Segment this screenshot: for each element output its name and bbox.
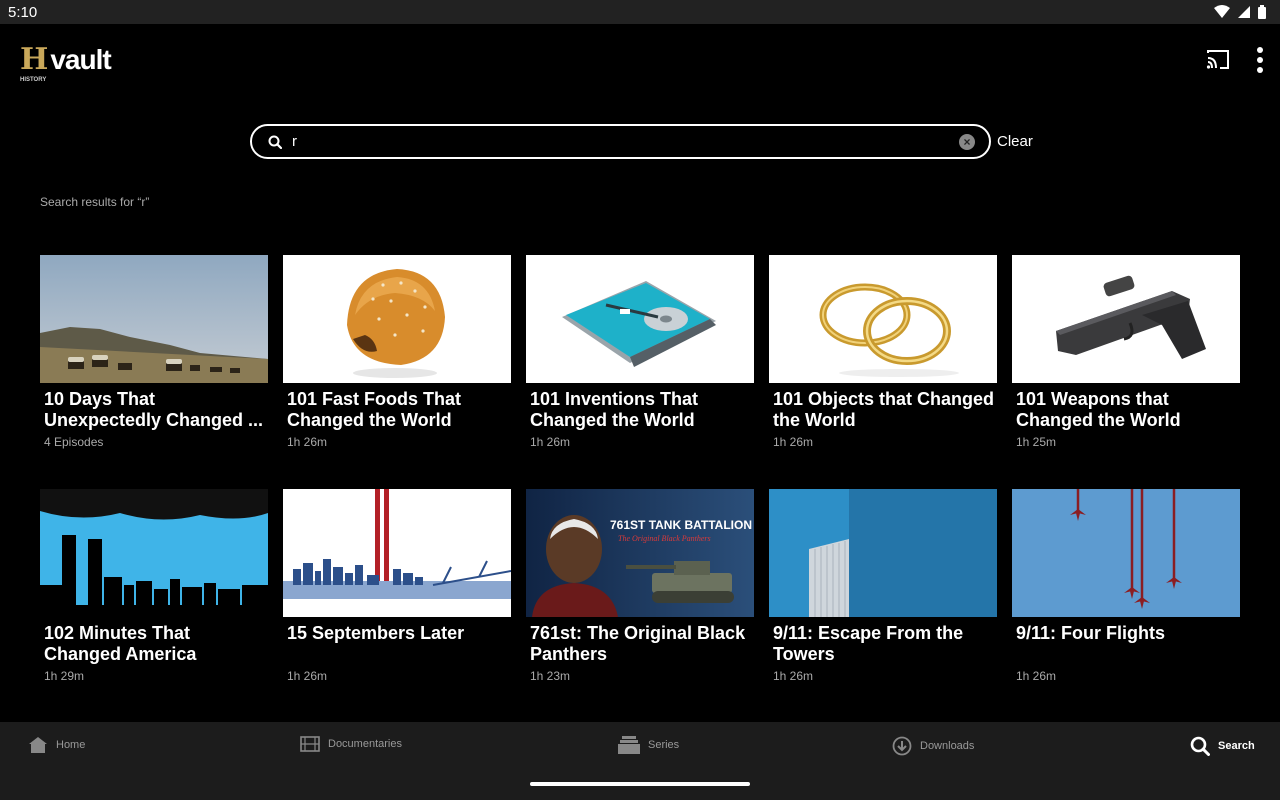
card-meta: 1h 26m [773, 669, 814, 683]
logo-subtext: HISTORY [20, 77, 47, 83]
result-card[interactable]: 9/11: Four Flights 1h 26m [1012, 489, 1240, 723]
search-row: × Clear [250, 124, 1033, 159]
card-meta: 1h 29m [44, 669, 85, 683]
thumbnail [283, 489, 511, 617]
gold-rings-image [769, 255, 997, 383]
card-title: 15 Septembers Later [287, 623, 465, 643]
download-icon [892, 736, 912, 756]
card-meta: 1h 26m [773, 435, 814, 449]
tank-battalion-poster-image: 761ST TANK BATTALION The Original Black … [526, 489, 754, 617]
history-vault-logo[interactable]: H vault HISTORY [20, 42, 112, 84]
tower-facade-image [769, 489, 997, 617]
card-meta: 4 Episodes [44, 435, 104, 449]
battery-icon [1258, 5, 1266, 19]
card-title: 101 Fast Foods That Changed the World [287, 389, 462, 430]
card-title: 102 Minutes That Changed America [44, 623, 197, 664]
result-card[interactable]: 761ST TANK BATTALION The Original Black … [526, 489, 754, 723]
nav-home[interactable]: Home [28, 736, 85, 754]
thumbnail [283, 255, 511, 383]
thumbnail [526, 255, 754, 383]
result-card[interactable]: 101 Inventions That Changed the World 1h… [526, 255, 754, 489]
card-meta: 1h 26m [287, 435, 328, 449]
nav-downloads-label: Downloads [920, 740, 975, 752]
card-title: 9/11: Four Flights [1016, 623, 1166, 643]
result-card[interactable]: 101 Objects that Changed the World 1h 26… [769, 255, 997, 489]
wagon-train-image [40, 255, 268, 383]
tribute-in-light-image [283, 489, 511, 617]
search-input[interactable] [292, 133, 959, 150]
stack-icon [618, 736, 640, 754]
four-flight-paths-image [1012, 489, 1240, 617]
film-icon [300, 736, 320, 752]
nav-series[interactable]: Series [618, 736, 679, 754]
search-box[interactable]: × [250, 124, 991, 159]
status-bar: 5:10 [0, 0, 1280, 24]
thumbnail [769, 489, 997, 617]
nav-series-label: Series [648, 739, 680, 751]
card-title: 9/11: Escape From the Towers [773, 623, 964, 664]
home-icon [29, 737, 47, 753]
logo-text: vault [50, 44, 111, 75]
result-card[interactable]: 102 Minutes That Changed America 1h 29m [40, 489, 268, 723]
search-icon [268, 135, 282, 149]
card-meta: 1h 25m [1016, 435, 1057, 449]
thumbnail [1012, 489, 1240, 617]
wifi-icon [1214, 5, 1230, 18]
results-grid: 10 Days That Unexpectedly Changed ... 4 … [40, 255, 1240, 723]
app-bar: H vault HISTORY [0, 24, 1280, 96]
thumbnail [769, 255, 997, 383]
card-meta: 1h 23m [530, 669, 571, 683]
card-title: 101 Objects that Changed the World [773, 389, 995, 430]
results-caption: Search results for “r” [40, 195, 150, 209]
thumbnail: 761ST TANK BATTALION The Original Black … [526, 489, 754, 617]
logo-mark: H [20, 42, 49, 77]
signal-icon [1238, 6, 1250, 18]
poster-subtitle: The Original Black Panthers [618, 534, 711, 543]
burger-bun-image [283, 255, 511, 383]
poster-title: 761ST TANK BATTALION [610, 518, 752, 532]
status-icons [1214, 5, 1266, 19]
card-meta: 1h 26m [287, 669, 328, 683]
card-title: 101 Inventions That Changed the World [530, 389, 699, 430]
bottom-navigation: Home Documentaries Series Downloads Sear… [0, 722, 1280, 800]
nav-documentaries[interactable]: Documentaries [300, 736, 402, 752]
result-card[interactable]: 9/11: Escape From the Towers 1h 26m [769, 489, 997, 723]
cast-icon[interactable] [1206, 50, 1230, 70]
result-card[interactable]: 15 Septembers Later 1h 26m [283, 489, 511, 723]
thumbnail [1012, 255, 1240, 383]
result-card[interactable]: 101 Fast Foods That Changed the World 1h… [283, 255, 511, 489]
card-meta: 1h 26m [1016, 669, 1057, 683]
result-card[interactable]: 101 Weapons that Changed the World 1h 25… [1012, 255, 1240, 489]
nav-search[interactable]: Search [1190, 736, 1255, 756]
nav-home-label: Home [56, 739, 86, 751]
card-title: 10 Days That Unexpectedly Changed ... [44, 389, 264, 430]
pistol-image [1012, 255, 1240, 383]
gesture-home-indicator[interactable] [530, 782, 750, 786]
clear-button[interactable]: Clear [997, 133, 1033, 150]
search-icon [1190, 736, 1210, 756]
thumbnail [40, 255, 268, 383]
more-options-icon[interactable] [1256, 46, 1264, 74]
thumbnail [40, 489, 268, 617]
card-meta: 1h 26m [530, 435, 571, 449]
result-card[interactable]: 10 Days That Unexpectedly Changed ... 4 … [40, 255, 268, 489]
hard-drive-image [526, 255, 754, 383]
card-title: 101 Weapons that Changed the World [1016, 389, 1181, 430]
clear-input-icon[interactable]: × [959, 133, 975, 150]
card-title: 761st: The Original Black Panthers [530, 623, 746, 664]
nav-downloads[interactable]: Downloads [892, 736, 974, 756]
twin-towers-skyline-image [40, 489, 268, 617]
nav-documentaries-label: Documentaries [328, 738, 402, 750]
nav-search-label: Search [1218, 740, 1255, 752]
status-time: 5:10 [8, 3, 38, 21]
